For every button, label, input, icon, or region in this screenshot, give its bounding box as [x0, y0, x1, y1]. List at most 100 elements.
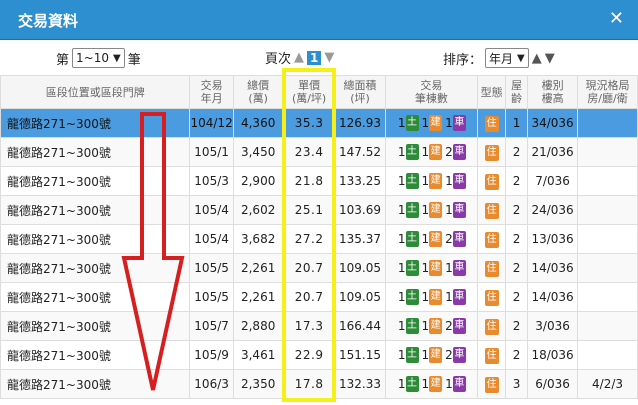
sort-descending-icon[interactable]: ▼: [545, 51, 555, 66]
col-units[interactable]: 交易 筆棟數: [384, 75, 479, 109]
cell-type: 住: [477, 166, 507, 196]
cell-units: 1土1建1車: [384, 369, 479, 399]
building-icon: 建: [429, 260, 443, 276]
cell-unit-price: 17.8: [282, 369, 336, 399]
cell-location: 龍德路271~300號: [0, 137, 191, 167]
current-page[interactable]: 1: [307, 50, 322, 65]
cell-date: 105/5: [189, 253, 234, 283]
col-total[interactable]: 總價 (萬): [232, 75, 284, 109]
cell-type: 住: [477, 340, 507, 370]
cell-date: 105/7: [189, 311, 234, 341]
cell-total: 2,602: [232, 195, 284, 225]
cell-area: 135.37: [334, 224, 386, 254]
parking-icon: 車: [452, 115, 466, 131]
cell-layout: [577, 340, 638, 370]
table-row[interactable]: 龍德路271~300號 105/7 2,880 17.3 166.44 1 土 1 建 2 車住 2 3…: [0, 311, 638, 341]
page-range-select[interactable]: 1~10 ▼: [72, 48, 125, 68]
cell-type: 住: [477, 253, 507, 283]
cell-date: 105/1: [189, 137, 234, 167]
dialog-title: 交易資料: [18, 12, 79, 30]
building-icon: 建: [429, 115, 443, 131]
cell-date: 104/12: [189, 108, 234, 138]
cell-area: 103.69: [334, 195, 386, 225]
cell-total: 2,261: [232, 282, 284, 312]
cell-total: 4,360: [232, 108, 284, 138]
col-unit-price[interactable]: 單價 (萬/坪): [282, 75, 336, 109]
residential-badge: 住: [484, 144, 499, 161]
next-page-icon[interactable]: ▼: [324, 50, 334, 65]
page-size-control: 第 1~10 ▼ 筆: [56, 48, 141, 68]
cell-layout: [577, 137, 638, 167]
table-row[interactable]: 龍德路271~300號 105/3 2,900 21.8 133.25 1 土 1 建 1 車住 2 7…: [0, 166, 638, 196]
cell-floor: 3/036: [527, 311, 579, 341]
table-row[interactable]: 龍德路271~300號 105/4 2,602 25.1 103.69 1 土 1 建 1 車住 2 2…: [0, 195, 638, 225]
cell-floor: 34/036: [527, 108, 579, 138]
building-icon: 建: [429, 376, 443, 392]
residential-badge: 住: [484, 260, 499, 277]
cell-area: 109.05: [334, 282, 386, 312]
cell-date: 105/4: [189, 224, 234, 254]
cell-total: 3,461: [232, 340, 284, 370]
building-icon: 建: [429, 289, 443, 305]
close-icon[interactable]: ✕: [609, 8, 624, 29]
cell-location: 龍德路271~300號: [0, 340, 191, 370]
cell-total: 2,350: [232, 369, 284, 399]
cell-floor: 21/036: [527, 137, 579, 167]
page-suffix: 筆: [127, 52, 141, 68]
cell-date: 105/4: [189, 195, 234, 225]
parking-icon: 車: [452, 144, 466, 160]
cell-unit-price: 22.9: [282, 340, 336, 370]
cell-area: 147.52: [334, 137, 386, 167]
col-date[interactable]: 交易 年月: [189, 75, 234, 109]
cell-area: 166.44: [334, 311, 386, 341]
cell-location: 龍德路271~300號: [0, 369, 191, 399]
parking-icon: 車: [452, 318, 466, 334]
table-row[interactable]: 龍德路271~300號 105/1 3,450 23.4 147.52 1 土 1 建 2 車住 2 2…: [0, 137, 638, 167]
cell-units: 1土1建1車: [384, 195, 479, 225]
cell-layout: [577, 195, 638, 225]
col-area[interactable]: 總面積 (坪): [334, 75, 386, 109]
transaction-table: 區段位置或區段門牌 交易 年月 總價 (萬) 單價 (萬/坪) 總面積 (坪) 交易 筆棟…: [0, 75, 638, 399]
cell-date: 105/5: [189, 282, 234, 312]
cell-unit-price: 23.4: [282, 137, 336, 167]
land-icon: 土: [405, 260, 419, 276]
cell-location: 龍德路271~300號: [0, 253, 191, 283]
sort-ascending-icon[interactable]: ▲: [532, 51, 542, 66]
col-type[interactable]: 型態: [477, 75, 507, 109]
col-floor[interactable]: 樓別 樓高: [527, 75, 579, 109]
cell-layout: [577, 253, 638, 283]
table-row[interactable]: 龍德路271~300號 105/4 3,682 27.2 135.37 1 土 1 建 2 車住 2 1…: [0, 224, 638, 254]
col-location[interactable]: 區段位置或區段門牌: [0, 75, 191, 109]
residential-badge: 住: [484, 376, 499, 393]
cell-units: 1土1建1車: [384, 253, 479, 283]
table-row[interactable]: 龍德路271~300號 105/5 2,261 20.7 109.05 1 土 1 建 1 車住 2 1…: [0, 253, 638, 283]
cell-type: 住: [477, 282, 507, 312]
cell-location: 龍德路271~300號: [0, 282, 191, 312]
dialog-title-bar: 交易資料 ✕: [0, 0, 638, 40]
table-row[interactable]: 龍德路271~300號 105/5 2,261 20.7 109.05 1 土 1 建 1 車住 2 1…: [0, 282, 638, 312]
col-age[interactable]: 屋齡: [505, 75, 529, 109]
table-row[interactable]: 龍德路271~300號 105/9 3,461 22.9 151.15 1 土 1 建 2 車住 2 1…: [0, 340, 638, 370]
table-row[interactable]: 龍德路271~300號 104/12 4,360 35.3 126.93 1 土 1 建 1 車住 1…: [0, 108, 638, 138]
cell-area: 133.25: [334, 166, 386, 196]
cell-unit-price: 25.1: [282, 195, 336, 225]
cell-total: 2,261: [232, 253, 284, 283]
pagination: 頁次 ▲ 1 ▼: [265, 48, 334, 67]
building-icon: 建: [429, 318, 443, 334]
cell-units: 1土1建2車: [384, 311, 479, 341]
prev-page-icon[interactable]: ▲: [294, 50, 304, 65]
sort-select[interactable]: 年月 ▼: [485, 48, 529, 68]
land-icon: 土: [405, 202, 419, 218]
cell-units: 1土1建1車: [384, 108, 479, 138]
cell-age: 2: [505, 340, 529, 370]
cell-unit-price: 27.2: [282, 224, 336, 254]
cell-floor: 18/036: [527, 340, 579, 370]
table-row[interactable]: 龍德路271~300號 106/3 2,350 17.8 132.33 1 土 1 建 1 車住 3 6…: [0, 369, 638, 399]
residential-badge: 住: [484, 231, 499, 248]
building-icon: 建: [429, 202, 443, 218]
residential-badge: 住: [484, 115, 499, 132]
col-layout[interactable]: 現況格局 房/廳/衛: [577, 75, 638, 109]
cell-age: 2: [505, 224, 529, 254]
land-icon: 土: [405, 115, 419, 131]
cell-date: 105/3: [189, 166, 234, 196]
